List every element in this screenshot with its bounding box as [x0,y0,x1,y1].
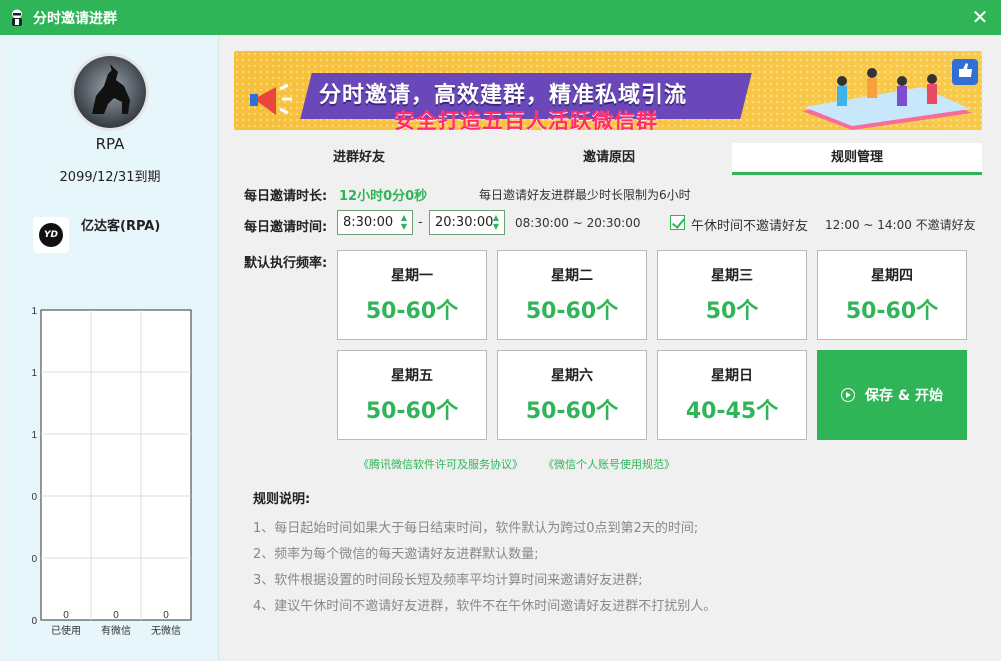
day-value: 40-45个 [685,399,779,424]
day-name: 星期三 [711,268,753,284]
banner-subheadline: 安全打造五百人活跃微信群 [394,109,658,130]
brand-logo: YD [33,217,69,253]
chart-y-tick-label: 0 [31,554,37,565]
time-label: 每日邀请时间: [244,220,328,235]
rule-item: 2、频率为每个微信的每天邀请好友进群默认数量; [253,547,539,562]
rule-item: 4、建议午休时间不邀请好友进群，软件不在午休时间邀请好友进群不打扰别人。 [253,599,717,614]
time-dash: - [418,215,423,230]
day-card-friday[interactable]: 星期五 50-60个 [337,350,487,440]
start-time-input[interactable]: 8:30:00 ▲ ▼ [337,210,413,235]
day-value: 50-60个 [365,399,459,424]
chart-plot-area [40,309,192,621]
chart-y-tick-label: 1 [31,430,37,441]
duration-value: 12小时0分0秒 [339,189,428,204]
chart-data-label: 0 [113,610,119,621]
day-name: 星期六 [551,368,593,384]
day-value: 50个 [705,299,759,324]
usage-chart-svg: 0 0 0 1 1 1 0 已使用 0 有微信 0 无微信 [31,306,192,637]
account-rules-link[interactable]: 《微信个人账号使用规范》 [543,456,675,472]
start-time-spinner-icon[interactable]: ▲ ▼ [398,213,410,232]
start-time-value: 8:30:00 [343,215,394,230]
brand-logo-mark: YD [39,223,63,247]
tab-rule-management[interactable]: 规则管理 [732,143,982,175]
day-card-monday[interactable]: 星期一 50-60个 [337,250,487,340]
day-card-saturday[interactable]: 星期六 50-60个 [497,350,647,440]
day-name: 星期日 [711,368,753,384]
window-title: 分时邀请进群 [33,10,117,27]
chart-data-label: 0 [163,610,169,621]
rule-item: 1、每日起始时间如果大于每日结束时间，软件默认为跨过0点到第2天的时间; [253,521,699,536]
day-value: 50-60个 [525,399,619,424]
app-icon [12,9,22,26]
user-name: RPA [95,135,125,153]
lunch-checkbox-label[interactable]: 午休时间不邀请好友 [691,215,808,234]
end-time-spinner-icon[interactable]: ▲ ▼ [490,213,502,232]
tab-bar: 进群好友 邀请原因 规则管理 [234,143,982,175]
chart-data-label: 0 [63,610,69,621]
frequency-label: 默认执行频率: [244,256,328,271]
save-start-button[interactable]: 保存 & 开始 [817,350,967,440]
time-range-text: 08:30:00 ~ 20:30:00 [515,216,641,230]
day-name: 星期一 [391,268,433,284]
duration-label: 每日邀请时长: [244,189,328,204]
day-value: 50-60个 [365,299,459,324]
rule-item: 3、软件根据设置的时间段长短及频率平均计算时间来邀请好友进群; [253,573,643,588]
end-time-value: 20:30:00 [435,215,494,230]
title-bar: 分时邀请进群 ✕ [0,0,1001,35]
tab-group-friends[interactable]: 进群好友 [234,143,484,175]
day-value: 50-60个 [525,299,619,324]
license-agreement-link[interactable]: 《腾讯微信软件许可及服务协议》 [358,456,523,472]
usage-chart: 0 0 0 1 1 1 0 已使用 0 有微信 0 无微信 [1,305,219,645]
end-time-input[interactable]: 20:30:00 ▲ ▼ [429,210,505,235]
chart-y-tick-label: 0 [31,616,37,627]
expire-date: 2099/12/31到期 [59,170,161,185]
day-card-sunday[interactable]: 星期日 40-45个 [657,350,807,440]
chart-x-tick-label: 有微信 [101,624,131,637]
chart-y-tick-label: 0 [31,492,37,503]
chart-x-tick-label: 无微信 [151,624,181,637]
promo-banner: 分时邀请，高效建群，精准私域引流 安全打造五百人活跃微信群 [234,51,982,130]
lunch-checkbox[interactable] [670,215,685,230]
close-icon[interactable]: ✕ [969,6,991,28]
save-start-label: 保存 & 开始 [865,388,943,404]
day-card-thursday[interactable]: 星期四 50-60个 [817,250,967,340]
chart-y-tick-label: 1 [31,368,37,379]
duration-hint: 每日邀请好友进群最少时长限制为6小时 [479,188,691,202]
brand-name: 亿达客(RPA) [81,219,161,234]
day-name: 星期四 [871,268,913,284]
sidebar: RPA 2099/12/31到期 YD 亿达客(RPA) 0 0 0 1 1 1 0 已使用 0… [1,35,219,660]
day-card-wednesday[interactable]: 星期三 50个 [657,250,807,340]
day-name: 星期二 [551,268,593,284]
lunch-hint: 12:00 ~ 14:00 不邀请好友 [825,218,976,232]
rules-title: 规则说明: [253,492,311,507]
megaphone-icon [250,83,292,115]
main-panel: 分时邀请，高效建群，精准私域引流 安全打造五百人活跃微信群 进群好友 邀请原因 … [220,35,1001,661]
day-value: 50-60个 [845,299,939,324]
phone-illustration-icon [802,59,978,130]
tab-invite-reason[interactable]: 邀请原因 [484,143,734,175]
avatar [71,53,149,131]
day-card-tuesday[interactable]: 星期二 50-60个 [497,250,647,340]
chart-x-tick-label: 已使用 [51,624,81,637]
play-circle-icon [841,388,856,402]
chart-y-tick-label: 1 [31,306,37,317]
day-name: 星期五 [391,368,433,384]
